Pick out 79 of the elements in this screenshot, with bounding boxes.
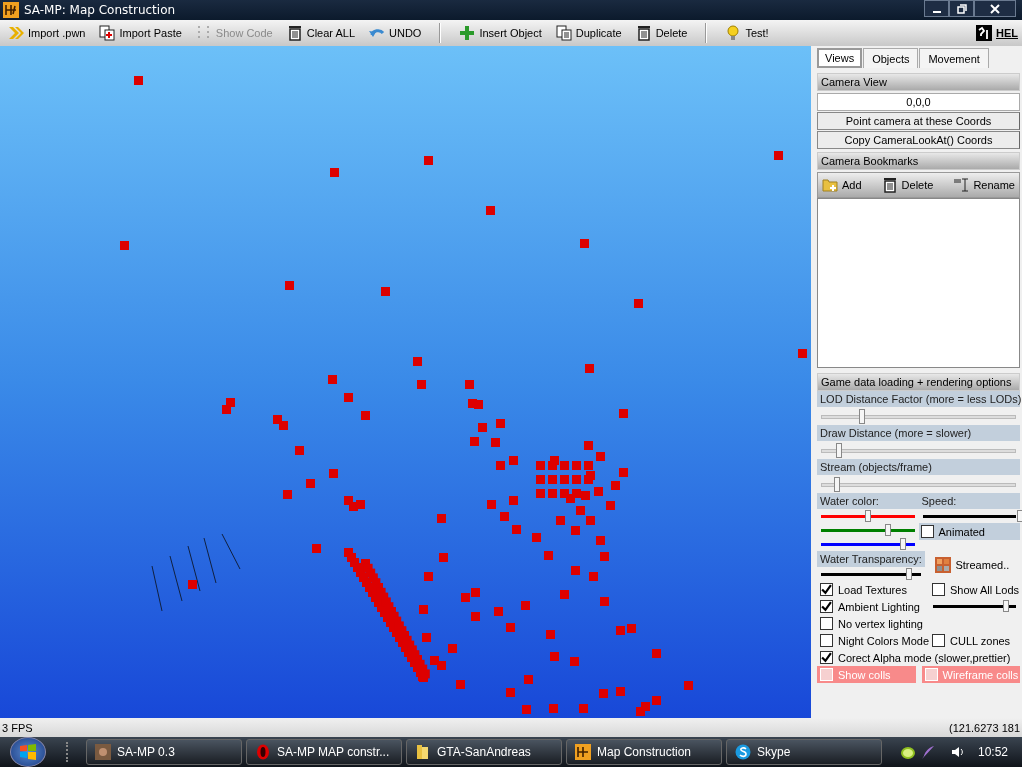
dotted-lines-icon (195, 25, 212, 41)
app-logo-icon (575, 744, 591, 760)
bookmark-tool-button[interactable]: Add (818, 175, 866, 195)
help-icon (976, 25, 992, 41)
taskbar-button[interactable]: GTA-SanAndreas (406, 739, 562, 765)
section-header: Camera View (817, 73, 1020, 91)
help-link[interactable]: HEL (972, 23, 1018, 43)
trash-icon (286, 25, 303, 41)
toolbar-button[interactable]: UNDO (365, 23, 426, 43)
toolbar-button[interactable]: Insert Object (455, 23, 546, 43)
toolbar-button[interactable]: Delete (631, 23, 692, 43)
tray-app-icon[interactable] (899, 744, 916, 760)
slider-label: Stream (objects/frame) (817, 459, 1020, 475)
paste-icon (99, 25, 116, 41)
fps-counter: 3 FPS (2, 721, 33, 734)
camera-button[interactable]: Copy CameraLookAt() Coords (817, 131, 1020, 149)
browser-icon (255, 744, 271, 760)
chat-app-icon (735, 744, 751, 760)
window-title: SA-MP: Map Construction (24, 3, 176, 17)
rename-icon (953, 177, 970, 193)
option-checkbox[interactable]: Load Textures (817, 581, 927, 598)
speed-label: Speed: (918, 493, 1020, 509)
toolbar-button[interactable]: Duplicate (551, 23, 626, 43)
start-button[interactable] (10, 737, 46, 767)
restore-button[interactable] (949, 0, 974, 17)
folder-icon (415, 744, 431, 760)
checkmark-icon (821, 584, 832, 595)
minimize-button[interactable] (924, 0, 949, 17)
coords-field[interactable]: 0,0,0 (817, 93, 1020, 111)
option-checkbox[interactable]: Night Colors Mode (817, 632, 927, 649)
taskbar-button[interactable]: Map Construction (566, 739, 722, 765)
option-checkbox[interactable]: No vertex lighting (817, 615, 1020, 632)
slider-label: LOD Distance Factor (more = less LODs) (817, 391, 1020, 407)
trash-icon (881, 177, 898, 193)
tab[interactable]: Views (817, 48, 863, 68)
light-bulb-icon (725, 25, 742, 41)
slider-label: Draw Distance (more = slower) (817, 425, 1020, 441)
volume-icon[interactable] (949, 744, 966, 760)
bookmark-list[interactable] (817, 198, 1020, 368)
water-color-label: Water color: (817, 493, 919, 509)
folder-add-icon (822, 177, 838, 193)
app-logo-icon (3, 2, 19, 18)
animated-checkbox[interactable]: Animated (918, 523, 1020, 540)
toolbar-button[interactable]: Clear ALL (282, 23, 359, 43)
chevrons-icon (8, 25, 24, 41)
transparency-label: Water Transparency: (817, 551, 925, 567)
streamed-button[interactable]: Streamed.. (931, 555, 1014, 575)
option-checkbox[interactable]: Ambient Lighting (817, 598, 927, 615)
option-checkbox[interactable]: Show All Lods (929, 581, 1020, 598)
cursor-coordinates: (121.6273 181 (949, 721, 1020, 734)
taskbar-button[interactable]: SA-MP 0.3 (86, 739, 242, 765)
bookmark-tool-button[interactable]: Rename (949, 175, 1019, 195)
close-icon (990, 3, 1000, 14)
toolbar-button[interactable]: Import .pwn (4, 23, 90, 43)
taskbar-button[interactable]: Skype (726, 739, 882, 765)
tab[interactable]: Movement (919, 48, 989, 68)
trash-icon (635, 25, 652, 41)
documents-icon (555, 25, 572, 41)
clock[interactable]: 10:52 (977, 745, 1008, 759)
option-checkbox[interactable]: Corect Alpha mode (slower,prettier) (817, 649, 1020, 666)
app-icon (95, 744, 111, 760)
restore-icon (956, 3, 967, 14)
checkmark-icon (821, 652, 832, 663)
tab[interactable]: Objects (863, 48, 919, 68)
texture-grid-icon (935, 557, 952, 573)
section-header: Game data loading + rendering options (817, 373, 1020, 391)
checkmark-icon (821, 601, 832, 612)
camera-button[interactable]: Point camera at these Coords (817, 112, 1020, 130)
close-button[interactable] (974, 0, 1016, 17)
section-header: Camera Bookmarks (817, 152, 1020, 170)
option-checkbox[interactable]: CULL zones (929, 632, 1020, 649)
minimize-icon (932, 10, 941, 13)
bookmark-tool-button[interactable]: Delete (877, 175, 938, 195)
windows-logo-icon (18, 742, 38, 762)
toolbar-button[interactable]: Import Paste (95, 23, 186, 43)
plus-icon (459, 25, 476, 41)
toolbar-button[interactable]: Test! (721, 23, 773, 43)
taskbar-button[interactable]: SA-MP MAP constr... (246, 739, 402, 765)
map-viewport-drawing[interactable] (0, 46, 811, 718)
